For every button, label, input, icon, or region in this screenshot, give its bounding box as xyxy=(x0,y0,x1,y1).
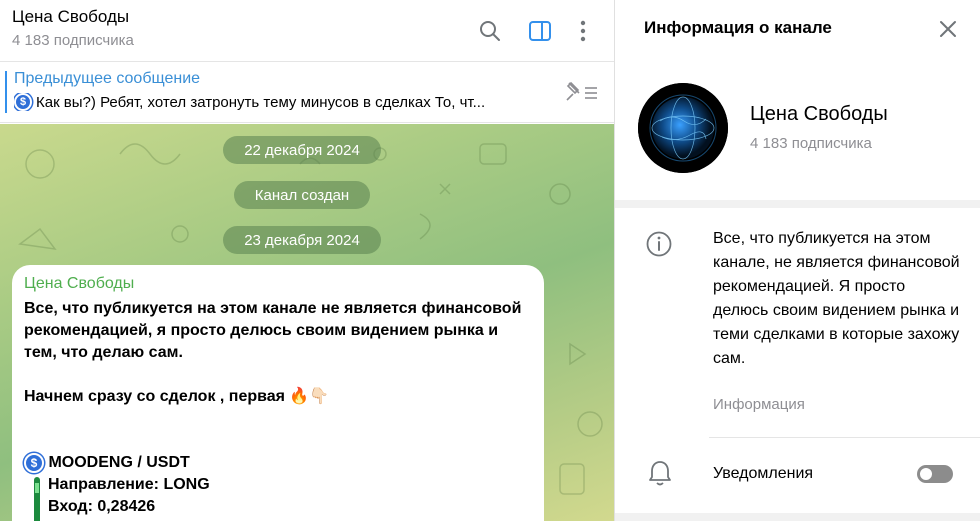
date-separator: 23 декабря 2024 xyxy=(223,226,381,254)
chat-title[interactable]: Цена Свободы xyxy=(12,7,129,27)
channel-avatar[interactable] xyxy=(638,83,728,173)
message-author[interactable]: Цена Свободы xyxy=(24,275,134,293)
message-text: Все, что публикуется на этом канале не я… xyxy=(24,298,536,518)
chat-pane: Цена Свободы 4 183 подписчика Предыдущее… xyxy=(0,0,614,521)
channel-info-panel: Информация о канале Цена Свободы 4 183 п… xyxy=(615,0,980,521)
channel-name: Цена Свободы xyxy=(750,103,888,125)
message-bubble[interactable]: Цена Свободы Все, что публикуется на это… xyxy=(12,265,544,521)
chat-subscriber-count: 4 183 подписчика xyxy=(12,32,134,49)
notifications-toggle[interactable] xyxy=(917,465,953,483)
notifications-label[interactable]: Уведомления xyxy=(713,465,813,483)
chat-header[interactable]: Цена Свободы 4 183 подписчика xyxy=(0,0,614,62)
message-line: тем, что делаю сам. xyxy=(24,344,183,361)
channel-description[interactable]: Все, что публикуется на этом канале, не … xyxy=(713,227,963,371)
date-separator: 22 декабря 2024 xyxy=(223,136,381,164)
usdc-coin-icon: $ xyxy=(14,93,32,111)
info-title: Информация о канале xyxy=(644,18,832,37)
pinned-text: Как вы?) Ребят, хотел затронуть тему мин… xyxy=(36,93,486,111)
subscriber-count: 4 183 подписчика xyxy=(750,135,872,152)
usdc-coin-icon: $ xyxy=(24,452,44,473)
info-icon xyxy=(645,230,673,258)
divider xyxy=(709,437,980,438)
pinned-indicator xyxy=(5,71,7,113)
message-line: рекомендацией, я просто делюсь своим вид… xyxy=(24,322,499,339)
bell-icon xyxy=(647,459,673,487)
trade-entry: Вход: 0,28426 xyxy=(48,498,156,515)
info-header: Информация о канале xyxy=(615,0,980,56)
search-icon[interactable] xyxy=(475,16,505,46)
channel-details: Все, что публикуется на этом канале, не … xyxy=(615,208,980,513)
close-icon[interactable] xyxy=(935,16,961,42)
trade-pair-line: $ MOODENG / USDT xyxy=(24,452,536,474)
channel-profile: Цена Свободы 4 183 подписчика xyxy=(615,56,980,200)
thermometer-icon xyxy=(34,477,40,521)
message-line: Начнем сразу со сделок , первая 🔥👇🏻 xyxy=(24,388,330,405)
pinned-title: Предыдущее сообщение xyxy=(14,70,201,87)
pinned-list-icon[interactable] xyxy=(565,80,599,109)
sidebar-toggle-icon[interactable] xyxy=(525,16,555,46)
toggle-knob xyxy=(918,466,934,482)
pinned-text-row: $ Как вы?) Ребят, хотел затронуть тему м… xyxy=(14,93,544,111)
pinned-message-bar[interactable]: Предыдущее сообщение $ Как вы?) Ребят, х… xyxy=(0,63,614,123)
description-label: Информация xyxy=(713,396,805,413)
trade-pair: MOODENG / USDT xyxy=(48,454,190,471)
trade-direction: Направление: LONG xyxy=(48,476,210,493)
more-vertical-icon[interactable] xyxy=(568,16,598,46)
message-line: Все, что публикуется на этом канале не я… xyxy=(24,300,522,317)
service-message: Канал создан xyxy=(234,181,370,209)
